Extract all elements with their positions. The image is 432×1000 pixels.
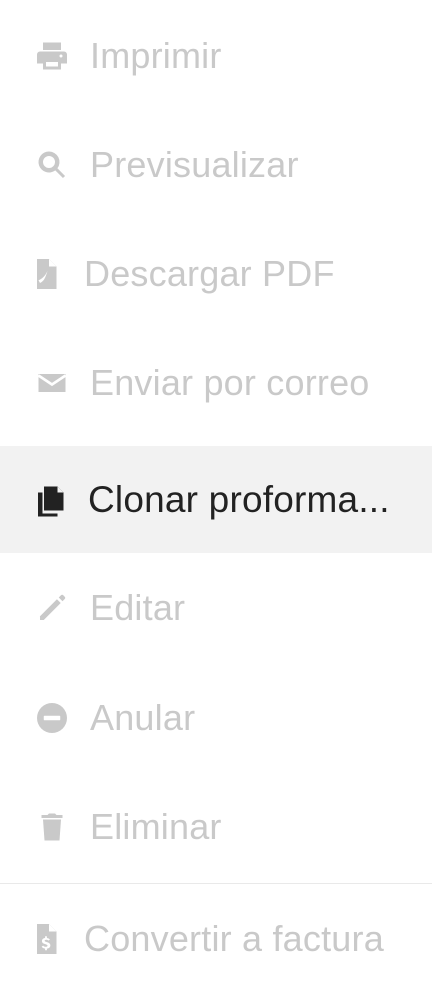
menu-item-label: Eliminar [90,806,222,847]
print-icon [30,34,74,78]
menu-item-label: Anular [90,697,196,738]
menu-item-email[interactable]: Enviar por correo [0,329,432,437]
copy-icon [28,478,72,522]
menu-item-label: Clonar proforma... [88,478,390,520]
invoice-dollar-icon [24,917,68,961]
menu-item-print[interactable]: Imprimir [0,2,432,110]
menu-item-clone-proforma[interactable]: Clonar proforma... [0,446,432,553]
minus-circle-icon [30,696,74,740]
menu-item-label: Convertir a factura [84,918,384,959]
envelope-icon [30,361,74,405]
menu-item-convert-to-invoice[interactable]: Convertir a factura [0,885,432,993]
search-icon [30,143,74,187]
menu-item-label: Editar [90,587,186,628]
menu-divider [0,883,432,884]
menu-item-edit[interactable]: Editar [0,554,432,662]
menu-item-label: Enviar por correo [90,362,370,403]
menu-item-preview[interactable]: Previsualizar [0,111,432,219]
menu-item-cancel[interactable]: Anular [0,664,432,772]
menu-item-label: Imprimir [90,35,222,76]
trash-icon [30,805,74,849]
menu-item-label: Descargar PDF [84,253,335,294]
menu-item-download-pdf[interactable]: Descargar PDF [0,220,432,328]
pdf-file-icon [24,252,68,296]
menu-item-delete[interactable]: Eliminar [0,773,432,881]
menu-item-label: Previsualizar [90,144,299,185]
pencil-icon [30,586,74,630]
actions-menu: Imprimir Previsualizar Descargar PDF Env… [0,0,432,1000]
